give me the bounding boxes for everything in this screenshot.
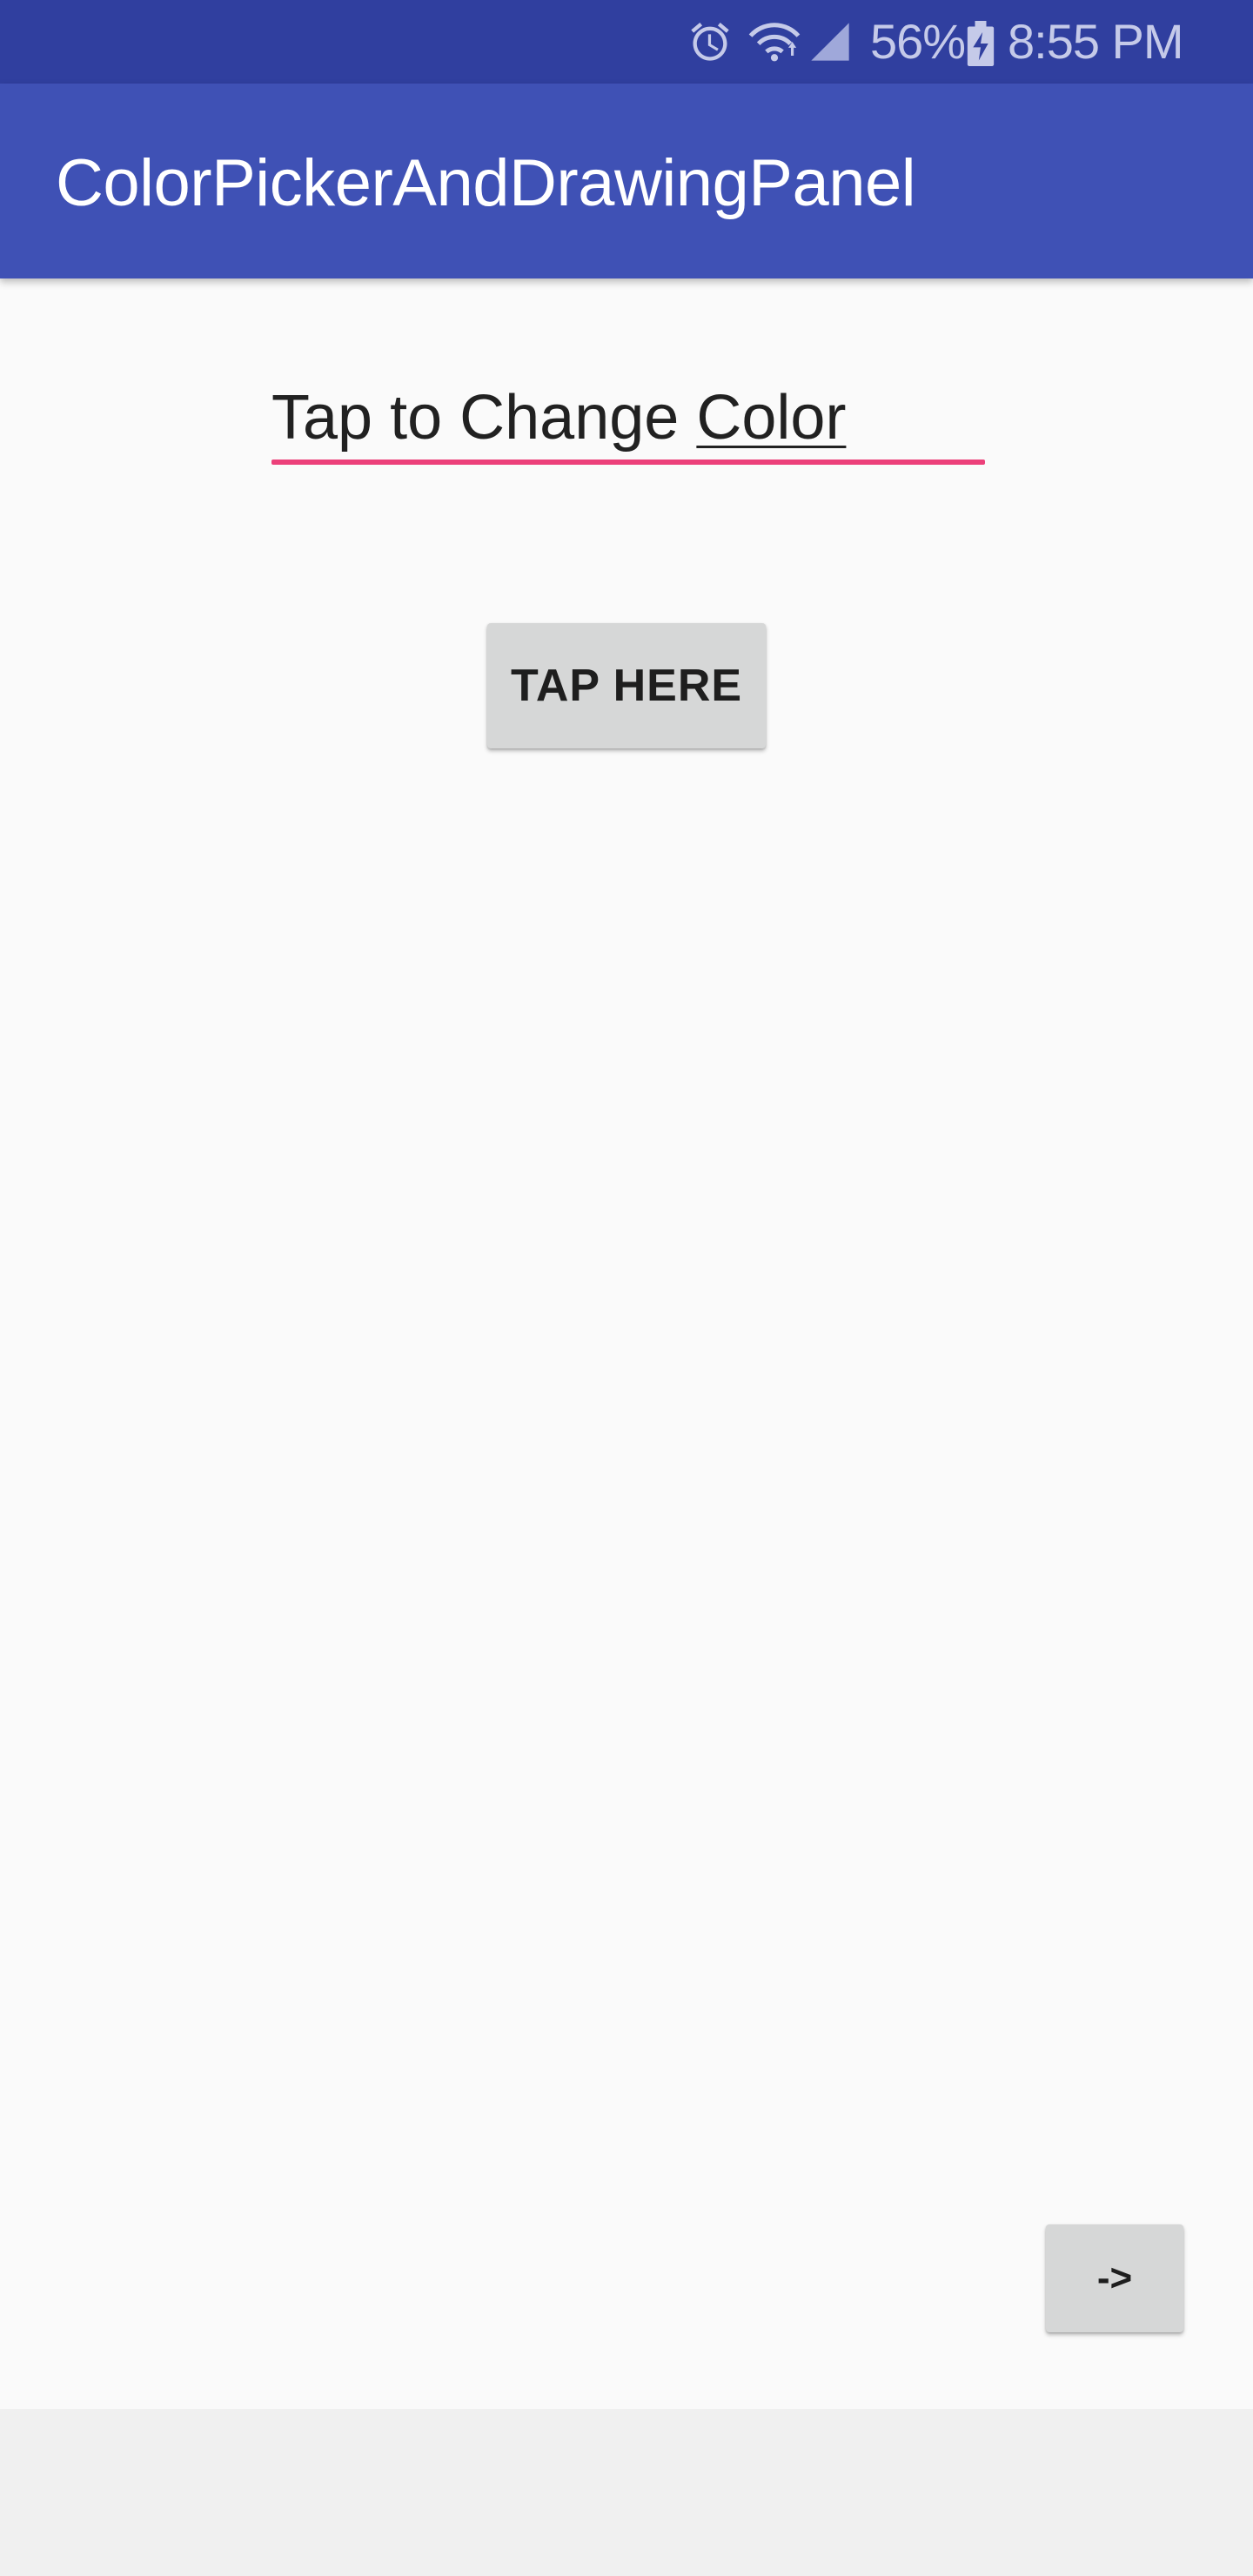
text-field-underline bbox=[271, 460, 985, 465]
text-field-value-underlined: Color bbox=[696, 383, 847, 453]
status-bar: 56% 8:55 PM bbox=[0, 0, 1253, 84]
clock-time: 8:55 PM bbox=[1008, 14, 1184, 69]
battery-charging-icon bbox=[967, 21, 995, 66]
color-text-field[interactable]: Tap to Change Color bbox=[271, 366, 985, 470]
text-field-value-plain: Tap to Change bbox=[271, 383, 697, 453]
text-field-value[interactable]: Tap to Change Color bbox=[271, 381, 846, 454]
app-title: ColorPickerAndDrawingPanel bbox=[56, 146, 916, 220]
signal-icon bbox=[811, 23, 849, 61]
alarm-icon bbox=[691, 23, 729, 61]
next-button[interactable]: -> bbox=[1046, 2224, 1183, 2332]
navigation-bar-area bbox=[0, 2409, 1253, 2576]
wifi-icon bbox=[748, 23, 801, 62]
app-bar: ColorPickerAndDrawingPanel bbox=[0, 84, 1253, 278]
battery-percent: 56% bbox=[870, 14, 966, 69]
tap-here-button[interactable]: TAP HERE bbox=[487, 623, 766, 748]
